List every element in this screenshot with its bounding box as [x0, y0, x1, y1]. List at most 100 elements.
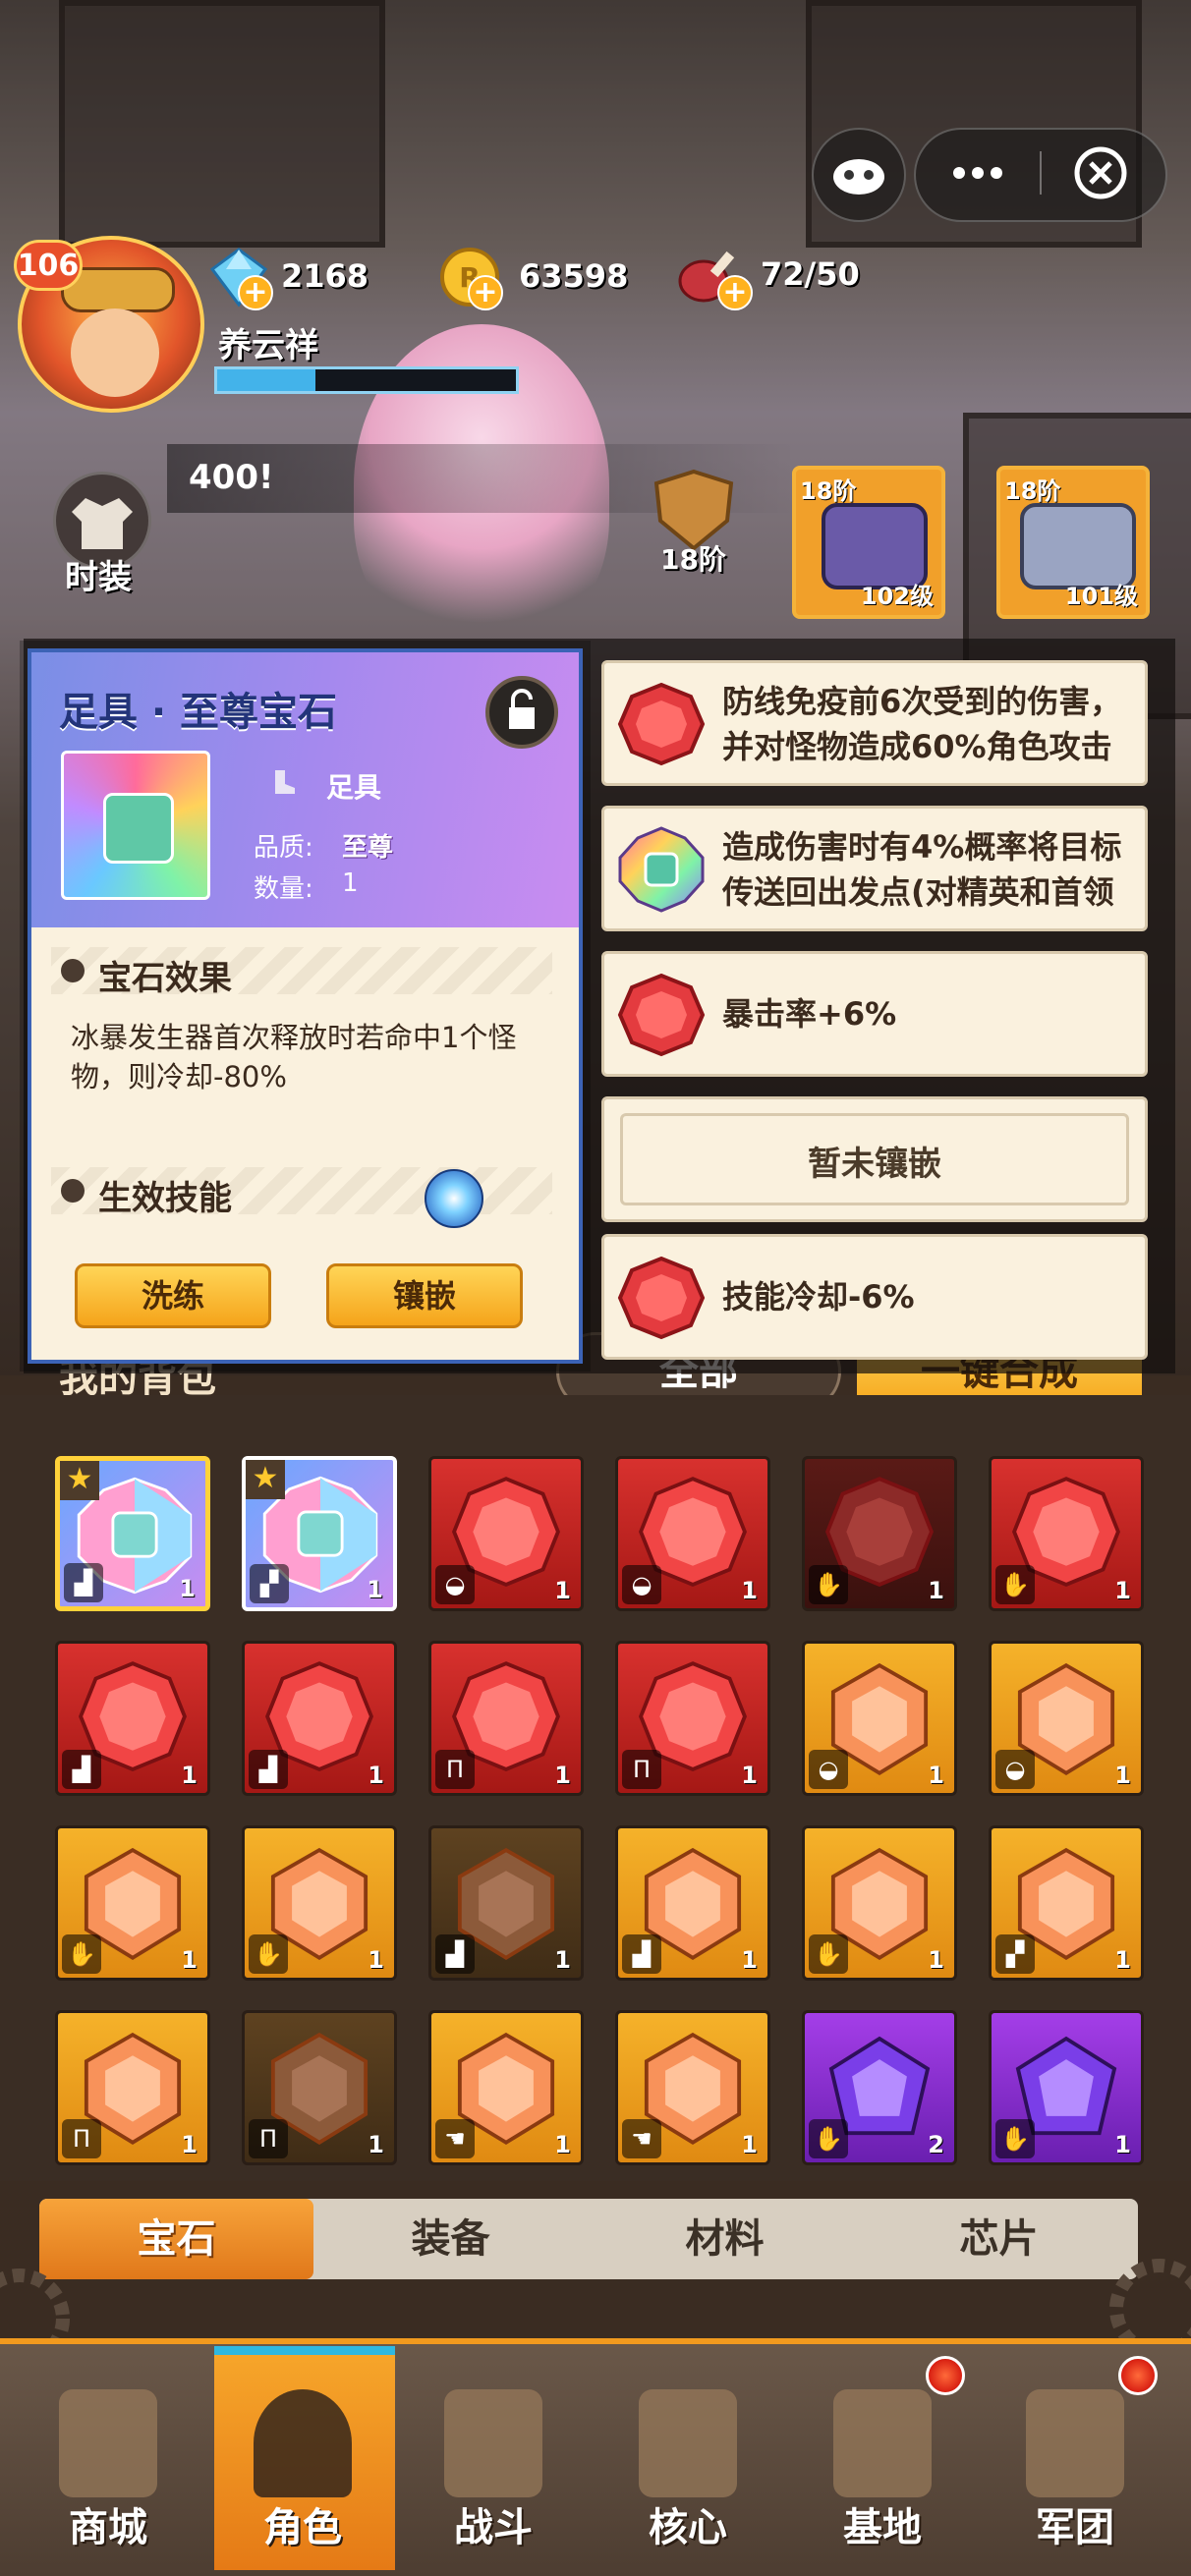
tab-material[interactable]: 材料	[588, 2199, 862, 2279]
close-button[interactable]	[1044, 130, 1162, 216]
quality-label: 品质:	[254, 833, 313, 863]
effect-heading-bar: 宝石效果	[51, 947, 552, 998]
frost-skill-icon[interactable]	[425, 1169, 483, 1228]
boot-slot-icon: ▟	[622, 1934, 661, 1974]
skill-heading: 生效技能	[98, 1179, 232, 1218]
nav-label: 军团	[1036, 2505, 1114, 2550]
bag-item-cell[interactable]: ✋ 1	[802, 1456, 957, 1611]
gem-preview	[61, 751, 210, 900]
bag-item-cell[interactable]: ◒ 1	[989, 1641, 1144, 1796]
bag-item-cell[interactable]: ◒ 1	[428, 1456, 584, 1611]
leg-slot-icon: ▞	[995, 1934, 1035, 1974]
gem-slot-label: 足具	[326, 771, 382, 804]
item-count: 1	[928, 1946, 944, 1974]
bag-item-cell[interactable]: ☚ 1	[428, 2010, 584, 2165]
nav-item-shop[interactable]: 商城	[10, 2350, 206, 2570]
nav-item-base[interactable]: 基地	[784, 2350, 981, 2570]
bag-item-cell[interactable]: Π1	[242, 2010, 397, 2165]
popup-title: 足具 · 至尊宝石	[59, 690, 338, 735]
nav-item-core[interactable]: 核心	[590, 2350, 786, 2570]
item-count: 1	[181, 1946, 198, 1974]
diamond-count: 2168	[281, 257, 369, 295]
bag-item-cell[interactable]: Π1	[55, 2010, 210, 2165]
player-exp-bar	[214, 366, 519, 394]
gem-slot-row[interactable]: 造成伤害时有4%概率将目标传送回出发点(对精英和首领	[601, 806, 1148, 931]
avatar-face	[71, 308, 159, 397]
item-count: 1	[1114, 1577, 1131, 1604]
gamepad-button[interactable]	[812, 128, 906, 222]
bag-item-cell[interactable]: ✋ 1	[55, 1825, 210, 1981]
quality-value: 至尊	[342, 833, 394, 863]
equip-level: 101级	[1064, 583, 1138, 610]
bag-item-cell[interactable]: ◒ 1	[615, 1456, 770, 1611]
tab-chip[interactable]: 芯片	[862, 2199, 1136, 2279]
bag-item-cell[interactable]: ▟ 1	[55, 1641, 210, 1796]
rank-shield[interactable]: 18阶	[645, 466, 753, 576]
item-count: 1	[928, 1762, 944, 1789]
item-count: 1	[1114, 2131, 1131, 2158]
red-gem-icon	[617, 1256, 706, 1340]
item-count: 1	[741, 1762, 758, 1789]
coin-count: 63598	[519, 257, 629, 295]
refine-label: 洗练	[141, 1277, 204, 1315]
bag-item-cell[interactable]: ★ ▟ 1	[55, 1456, 210, 1611]
resource-stamina[interactable]: + 72/50	[674, 242, 871, 310]
bag-item-cell[interactable]: ★ ▞ 1	[242, 1456, 397, 1611]
boot-slot-icon: ▟	[64, 1563, 103, 1602]
bag-item-cell[interactable]: ✋ 1	[989, 2010, 1144, 2165]
bag-item-cell[interactable]: ☚ 1	[615, 2010, 770, 2165]
capsule-divider	[1040, 151, 1042, 195]
boot-slot-icon: ▟	[435, 1934, 475, 1974]
tab-gem[interactable]: 宝石	[39, 2199, 313, 2279]
bag-item-cell[interactable]: ▟ 1	[242, 1641, 397, 1796]
bag-item-cell[interactable]: ▞ 1	[989, 1825, 1144, 1981]
tab-equipment[interactable]: 装备	[313, 2199, 588, 2279]
add-coin-button[interactable]: +	[468, 275, 503, 310]
bag-item-cell[interactable]: ✋ 1	[802, 1825, 957, 1981]
lock-button[interactable]	[485, 676, 558, 749]
nav-item-character[interactable]: 角色	[204, 2350, 401, 2570]
resource-coin[interactable]: R + 63598	[438, 246, 629, 310]
gem-slot-row[interactable]: 防线免疫前6次受到的伤害，并对怪物造成60%角色攻击	[601, 660, 1148, 786]
item-count: 1	[1114, 1946, 1131, 1974]
item-count: 1	[554, 2131, 571, 2158]
helm-slot-icon: ◒	[809, 1750, 848, 1789]
inlay-button[interactable]: 镶嵌	[326, 1263, 523, 1328]
bag-item-cell[interactable]: Π1	[428, 1641, 584, 1796]
player-exp-fill	[217, 369, 316, 391]
bag-item-cell[interactable]: ◒ 1	[802, 1641, 957, 1796]
item-count: 1	[741, 1577, 758, 1604]
more-button[interactable]	[916, 130, 1040, 216]
bag-item-cell[interactable]: ✋ 2	[802, 2010, 957, 2165]
leg-slot-icon: ▞	[250, 1564, 289, 1603]
gem-slot-row[interactable]: 暴击率+6%	[601, 951, 1148, 1077]
bag-item-cell[interactable]: ✋ 1	[242, 1825, 397, 1981]
item-count: 1	[554, 1577, 571, 1604]
gem-slot-text: 造成伤害时有4%概率将目标传送回出发点(对精英和首领	[722, 828, 1122, 911]
refine-button[interactable]: 洗练	[75, 1263, 271, 1328]
pants-slot-icon: Π	[62, 2119, 101, 2158]
lock-icon	[509, 689, 535, 729]
equip-card[interactable]: 18阶 101级	[996, 466, 1150, 619]
add-stamina-button[interactable]: +	[717, 275, 753, 310]
popup-header: 足具 · 至尊宝石 足具 品质: 至尊 数量: 1	[31, 652, 579, 927]
nav-item-battle[interactable]: 战斗	[395, 2350, 592, 2570]
bag-item-cell[interactable]: ✋ 1	[989, 1456, 1144, 1611]
glove-slot-icon: ✋	[249, 1934, 288, 1974]
item-count: 2	[928, 2131, 944, 2158]
glove-slot-icon: ✋	[809, 1565, 848, 1604]
red-gem-icon	[617, 682, 706, 766]
bag-item-cell[interactable]: ▟ 1	[428, 1825, 584, 1981]
bag-item-cell[interactable]: ▟ 1	[615, 1825, 770, 1981]
gem-slot-empty[interactable]: 暂未镶嵌	[601, 1096, 1148, 1222]
helm-slot-icon: ◒	[435, 1565, 475, 1604]
resource-diamond[interactable]: + 2168	[204, 246, 391, 310]
gem-slot-row[interactable]: 技能冷却-6%	[601, 1234, 1148, 1360]
equip-card[interactable]: 18阶 102级	[792, 466, 945, 619]
item-count: 1	[368, 2131, 384, 2158]
nav-label: 角色	[263, 2505, 342, 2550]
nav-label: 核心	[649, 2505, 727, 2550]
add-diamond-button[interactable]: +	[238, 275, 273, 310]
bag-item-cell[interactable]: Π1	[615, 1641, 770, 1796]
nav-item-legion[interactable]: 军团	[977, 2350, 1173, 2570]
